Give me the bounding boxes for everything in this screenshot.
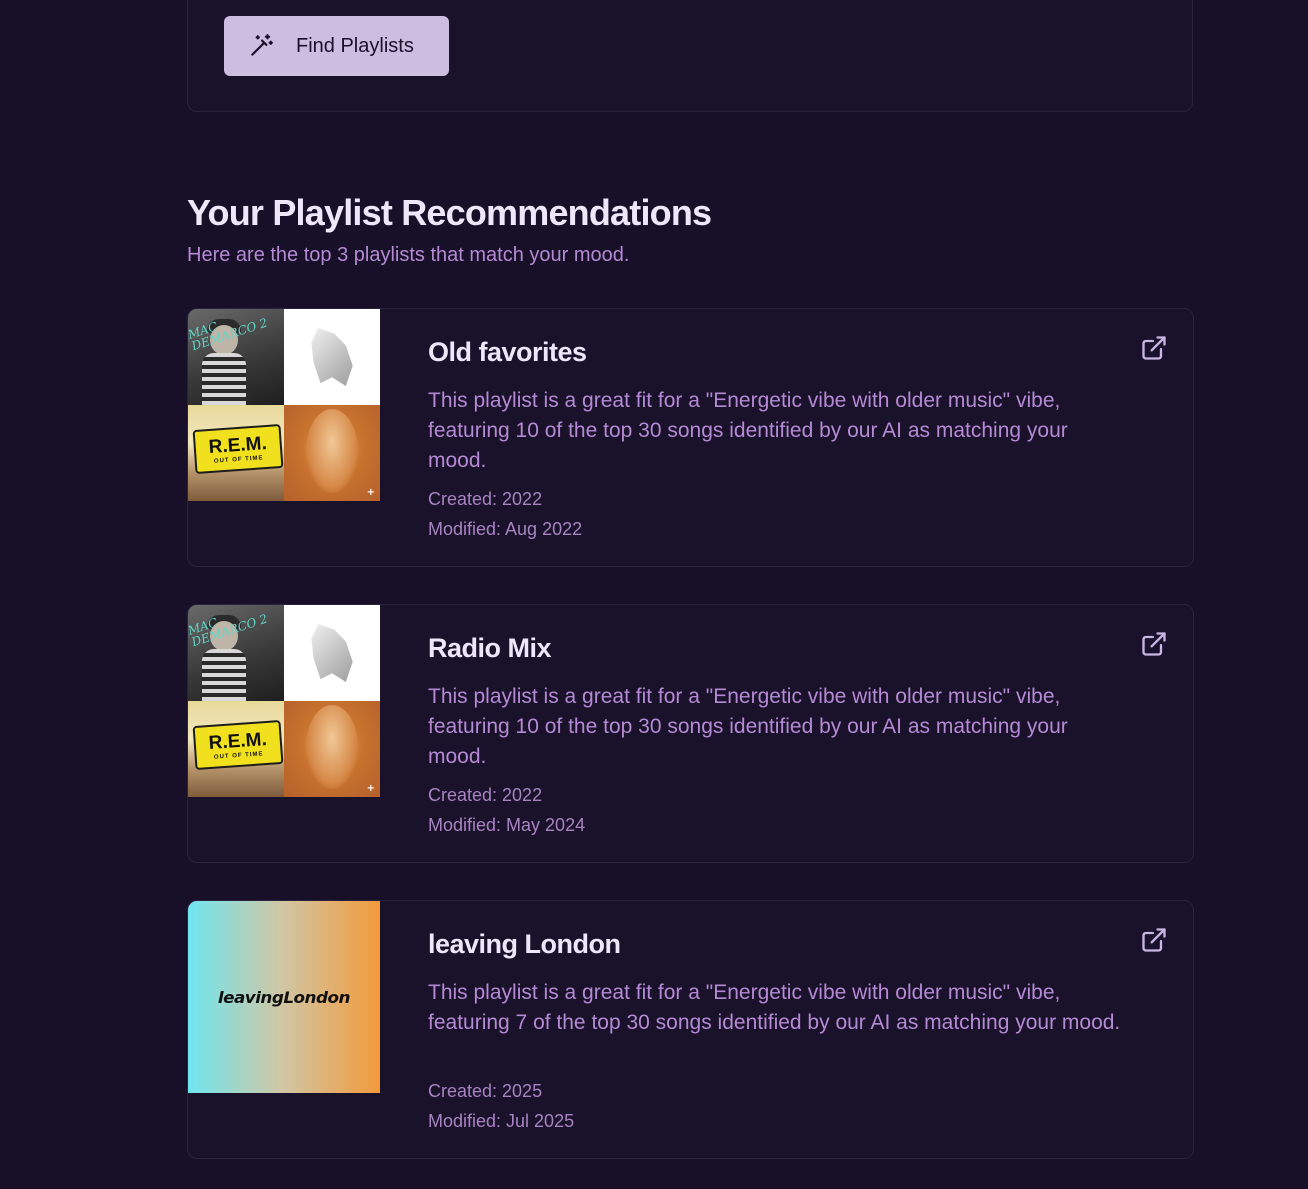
playlist-cover: MAC DEMARCO 2 R.E.M. OUT OF TIME +	[188, 605, 380, 797]
playlist-cover: MAC DEMARCO 2 R.E.M. OUT OF TIME +	[188, 309, 380, 501]
page-title: Your Playlist Recommendations	[187, 192, 712, 233]
playlist-description: This playlist is a great fit for a "Ener…	[428, 981, 1121, 1034]
album-cover-mac-demarco: MAC DEMARCO 2	[188, 309, 284, 405]
album-cover-ed-sheeran: +	[284, 405, 380, 501]
album-cover-coldplay	[284, 605, 380, 701]
playlist-modified: Modified: Aug 2022	[428, 519, 583, 539]
playlist-created: Created: 2022	[428, 785, 543, 805]
playlist-title: Old favorites	[428, 337, 587, 367]
playlist-cover: leavingLondon	[188, 901, 380, 1093]
external-link-icon[interactable]	[1140, 926, 1168, 954]
playlist-description: This playlist is a great fit for a "Ener…	[428, 685, 1068, 768]
magic-wand-icon	[248, 33, 274, 59]
external-link-icon[interactable]	[1140, 334, 1168, 362]
playlist-created: Created: 2025	[428, 1081, 543, 1101]
external-link-icon[interactable]	[1140, 630, 1168, 658]
playlist-card: MAC DEMARCO 2 R.E.M. OUT OF TIME + Radio…	[187, 604, 1194, 863]
album-cover-mac-demarco: MAC DEMARCO 2	[188, 605, 284, 701]
album-cover-rem: R.E.M. OUT OF TIME	[188, 701, 284, 797]
playlist-card: MAC DEMARCO 2 R.E.M. OUT OF TIME + Old f…	[187, 308, 1194, 567]
album-cover-coldplay	[284, 309, 380, 405]
playlist-title: Radio Mix	[428, 633, 552, 663]
playlist-modified: Modified: May 2024	[428, 815, 586, 835]
playlist-description: This playlist is a great fit for a "Ener…	[428, 389, 1068, 472]
playlist-created: Created: 2022	[428, 489, 543, 509]
find-playlists-label: Find Playlists	[296, 34, 414, 57]
find-playlists-button[interactable]: Find Playlists	[224, 16, 449, 76]
page-subtitle: Here are the top 3 playlists that match …	[187, 244, 630, 266]
cover-text: leavingLondon	[217, 987, 351, 1007]
album-cover-rem: R.E.M. OUT OF TIME	[188, 405, 284, 501]
album-cover-ed-sheeran: +	[284, 701, 380, 797]
playlist-modified: Modified: Jul 2025	[428, 1111, 575, 1131]
playlist-card: leavingLondon leaving London This playli…	[187, 900, 1194, 1159]
playlist-title: leaving London	[428, 929, 621, 959]
